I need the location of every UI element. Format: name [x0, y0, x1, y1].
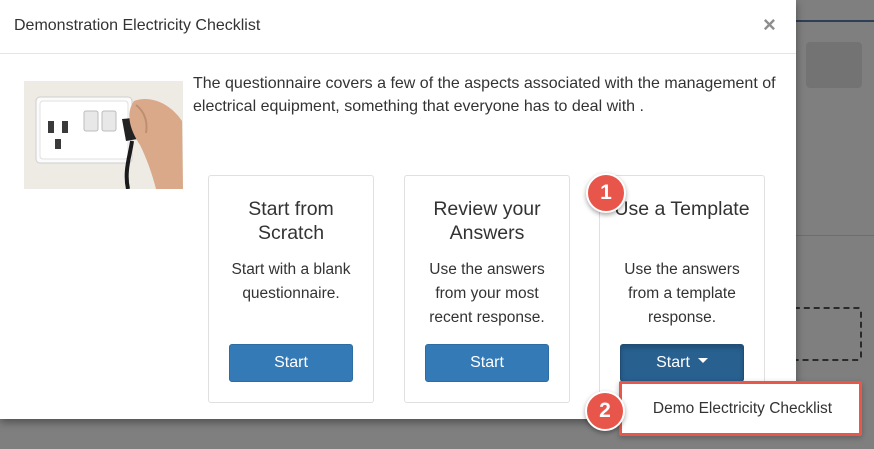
- start-scratch-button[interactable]: Start: [229, 344, 353, 382]
- card-title: Use a Template: [614, 198, 750, 220]
- step-2-badge: 2: [585, 391, 625, 431]
- card-use-template: Use a Template Use the answers from a te…: [599, 175, 765, 403]
- dropdown-item-demo-electricity-checklist[interactable]: Demo Electricity Checklist: [622, 384, 859, 433]
- card-title: Start from Scratch: [248, 198, 334, 244]
- chevron-down-icon: [697, 358, 708, 364]
- checklist-modal: Demonstration Electricity Checklist × Th…: [0, 0, 796, 419]
- modal-header: Demonstration Electricity Checklist ×: [0, 0, 796, 54]
- card-title: Review your Answers: [433, 198, 541, 244]
- step-1-badge: 1: [586, 173, 626, 213]
- start-template-dropdown-button[interactable]: Start: [620, 344, 744, 382]
- card-description: Use the answers from a template response…: [624, 261, 740, 326]
- close-icon[interactable]: ×: [763, 14, 776, 36]
- modal-title: Demonstration Electricity Checklist: [14, 17, 261, 34]
- button-label: Start: [656, 354, 690, 371]
- card-description: Start with a blank questionnaire.: [231, 261, 351, 302]
- template-dropdown-menu: Demo Electricity Checklist: [619, 381, 862, 436]
- card-start-from-scratch: Start from Scratch Start with a blank qu…: [208, 175, 374, 403]
- start-review-button[interactable]: Start: [425, 344, 549, 382]
- card-description: Use the answers from your most recent re…: [429, 261, 545, 326]
- card-review-answers: Review your Answers Use the answers from…: [404, 175, 570, 403]
- intro-text: The questionnaire covers a few of the as…: [193, 75, 776, 115]
- plug-socket-photo: [24, 81, 183, 189]
